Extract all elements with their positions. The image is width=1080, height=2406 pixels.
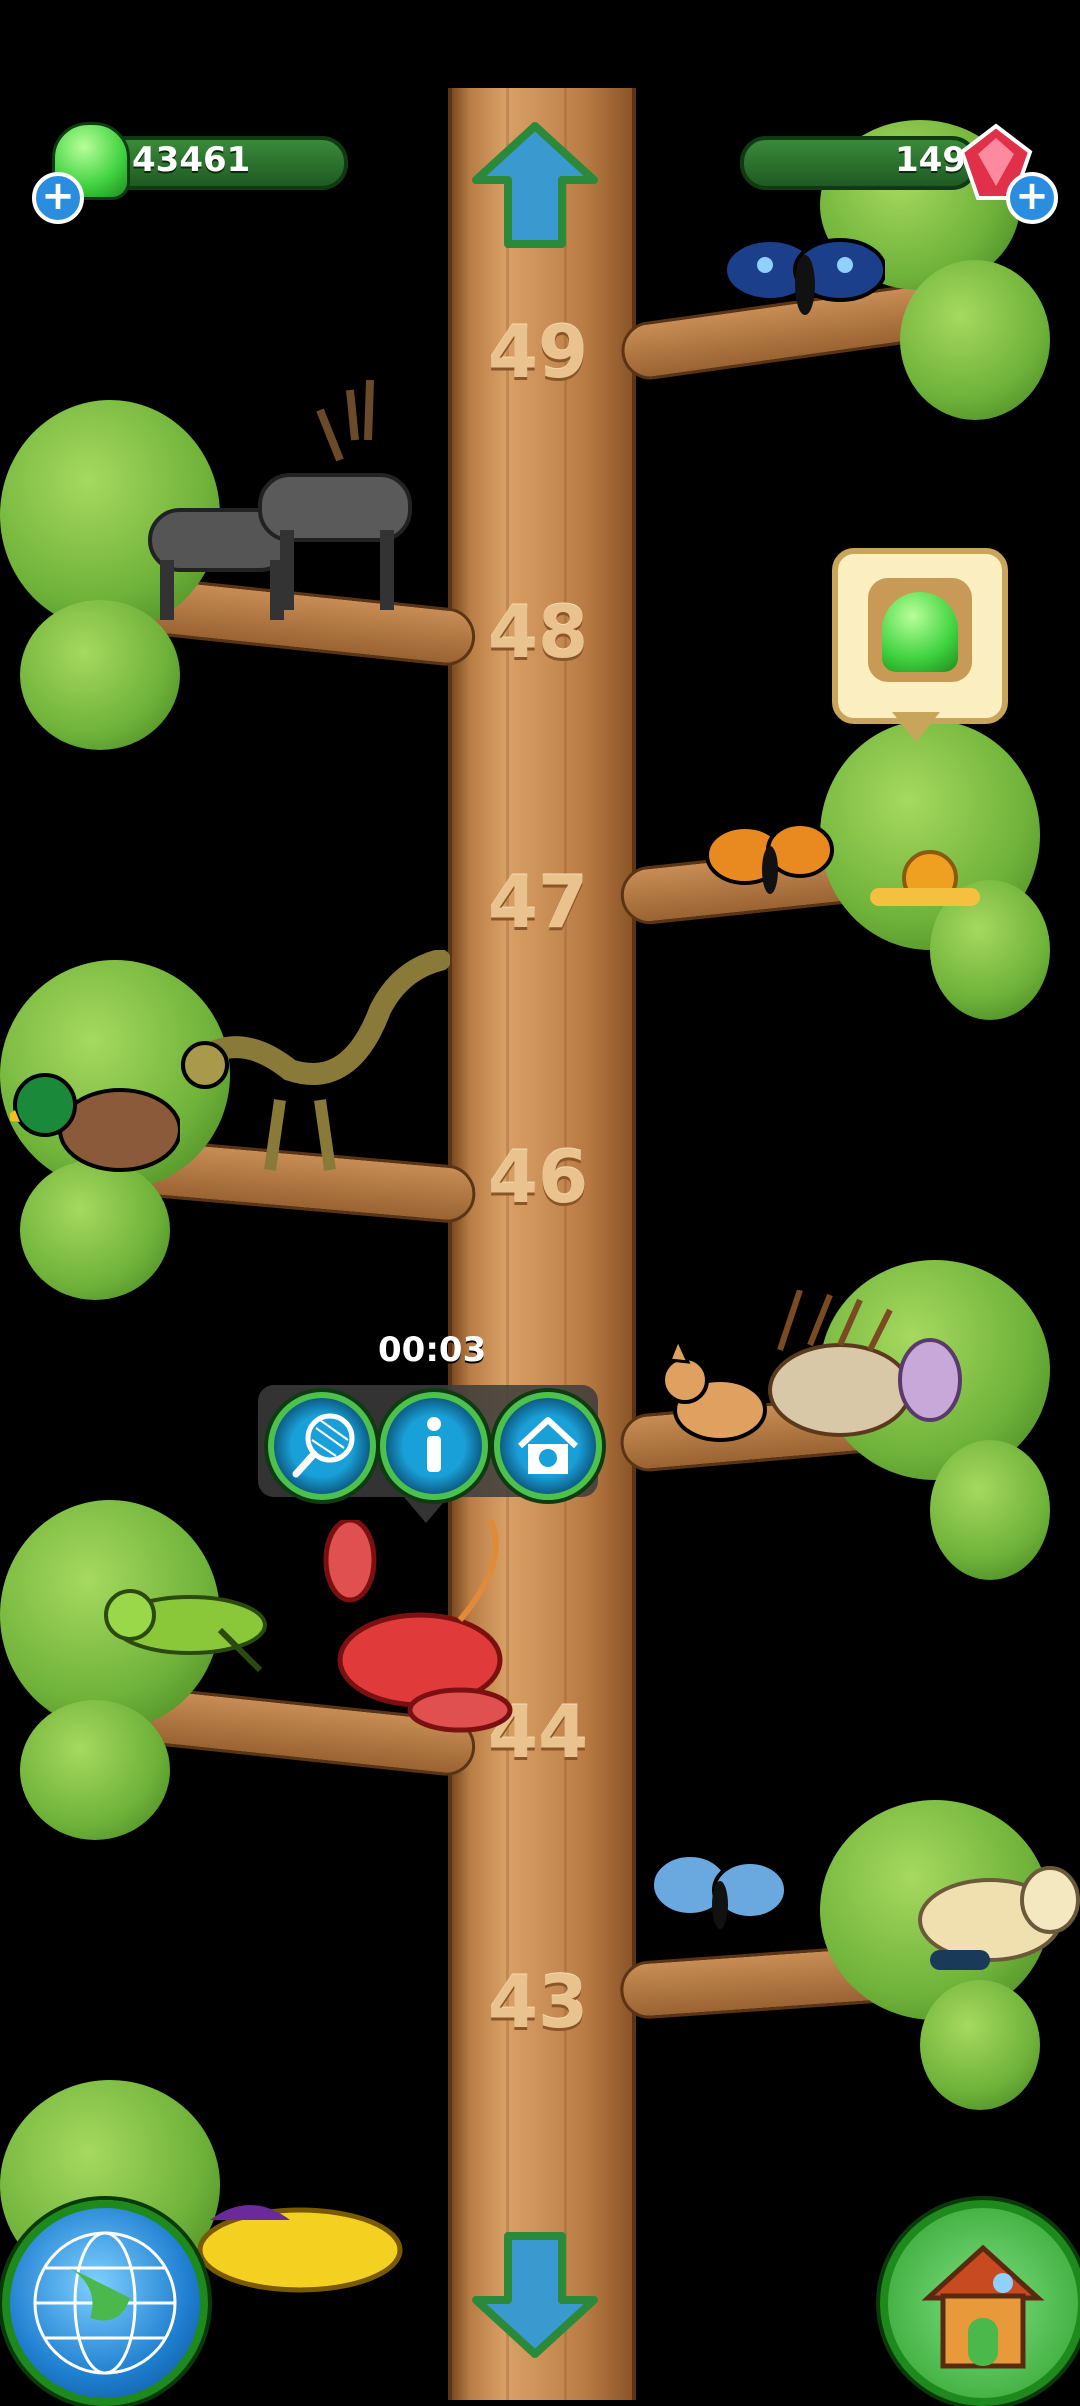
level-number: 46 (487, 1135, 589, 1219)
globe-icon (33, 2231, 177, 2375)
tree-trunk (448, 88, 636, 2400)
net-icon (292, 1413, 355, 1478)
scroll-up-button[interactable] (470, 120, 600, 250)
dinosaur-compsognathus[interactable] (180, 950, 450, 1190)
foliage (20, 1160, 170, 1300)
lobster-red-selected[interactable] (310, 1520, 540, 1740)
butterfly-light-blue[interactable] (650, 1845, 790, 1945)
scroll-down-button[interactable] (470, 2230, 600, 2360)
pet-house-icon (517, 1417, 579, 1474)
butterfly-orange[interactable] (705, 815, 835, 905)
butterfly-blue-black[interactable] (725, 225, 885, 335)
foliage (930, 1440, 1050, 1580)
bubble-pointer (892, 712, 940, 742)
jelly-count: 43461 (132, 140, 251, 180)
hatch-timer: 00:03 (378, 1330, 487, 1370)
foliage (20, 1700, 170, 1840)
grasshopper[interactable] (100, 1570, 270, 1680)
basset-hound[interactable] (900, 1860, 1080, 1990)
level-number: 49 (487, 310, 589, 394)
add-jelly-button[interactable]: + (32, 172, 84, 224)
house-icon (921, 2244, 1045, 2369)
reindeer-pair[interactable] (130, 380, 430, 630)
lionfish[interactable] (750, 1290, 970, 1450)
level-number: 48 (487, 590, 589, 674)
gem-count: 149 (895, 140, 966, 180)
info-icon (427, 1417, 441, 1472)
level-number: 47 (487, 860, 589, 944)
catch-net-button[interactable] (268, 1392, 376, 1500)
duck-mallard[interactable] (10, 1060, 180, 1180)
add-gem-button[interactable]: + (1006, 172, 1058, 224)
snail-orange[interactable] (870, 850, 980, 910)
yellow-creature[interactable] (180, 2190, 410, 2300)
level-number: 43 (487, 1960, 589, 2044)
jelly-reward-bubble[interactable] (832, 548, 1008, 724)
foliage (900, 260, 1050, 420)
home-button[interactable] (880, 2200, 1080, 2406)
send-home-button[interactable] (494, 1392, 602, 1500)
world-map-button[interactable] (2, 2200, 208, 2406)
green-jelly-icon (882, 592, 958, 672)
foliage (920, 1980, 1040, 2110)
info-button[interactable] (380, 1392, 488, 1500)
